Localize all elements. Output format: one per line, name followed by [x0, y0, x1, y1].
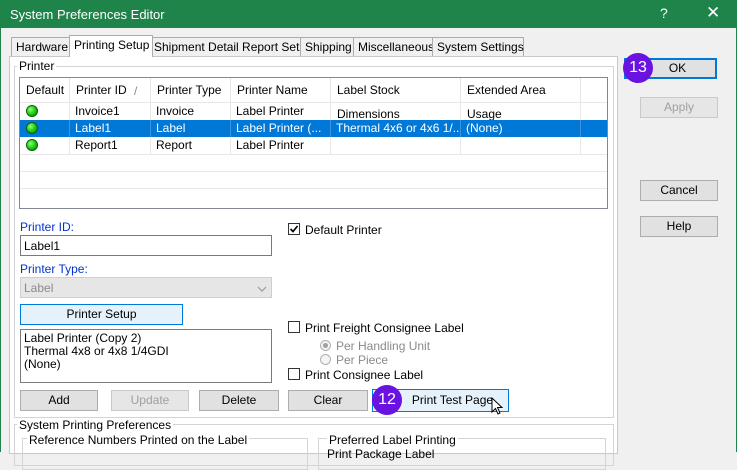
printer-type-select[interactable]: Label: [20, 277, 272, 298]
clear-button[interactable]: Clear: [288, 390, 368, 411]
row-printer-name: Label Printer: [231, 103, 331, 120]
row-printer-type: Report: [151, 137, 231, 154]
close-icon[interactable]: ✕: [706, 3, 720, 23]
row-ext-area: [461, 137, 581, 154]
tab-system-settings[interactable]: System Settings: [432, 37, 524, 56]
chevron-down-icon: [257, 286, 267, 292]
help-button[interactable]: Help: [640, 216, 718, 237]
grid-header-default[interactable]: Default: [20, 78, 70, 102]
consignee-label-text: Print Consignee Label: [305, 368, 424, 382]
consignee-label-checkbox[interactable]: [288, 368, 300, 380]
printer-grid[interactable]: Default Printer ID / Printer Type Printe…: [19, 77, 608, 209]
printer-info-box: Label Printer (Copy 2) Thermal 4x8 or 4x…: [20, 329, 272, 383]
per-handling-unit-radio[interactable]: [320, 340, 331, 351]
grid-line: [20, 171, 607, 172]
status-green-icon: [26, 139, 38, 151]
print-test-page-label: Print Test Page: [411, 393, 494, 407]
per-handling-unit-label: Per Handling Unit: [336, 339, 431, 353]
grid-header-label-stock-dimensions[interactable]: Label Stock Dimensions: [331, 78, 461, 121]
row-ext-area: [461, 103, 581, 120]
tab-miscellaneous[interactable]: Miscellaneous: [353, 37, 437, 56]
row-printer-id: Label1: [70, 120, 151, 137]
table-row-selected[interactable]: Label1 Label Label Printer (... Thermal …: [20, 120, 607, 137]
update-button[interactable]: Update: [111, 390, 189, 411]
row-printer-type: Invoice: [151, 103, 231, 120]
window-title: System Preferences Editor: [10, 7, 165, 22]
status-green-icon: [26, 122, 38, 134]
printer-info-line3: (None): [24, 357, 61, 371]
ok-label: OK: [668, 61, 687, 75]
table-row[interactable]: Report1 Report Label Printer: [20, 137, 607, 154]
printer-type-value: Label: [24, 281, 54, 295]
system-printing-label: System Printing Preferences: [17, 418, 174, 432]
checkmark-icon: [289, 225, 299, 233]
reference-numbers-label: Reference Numbers Printed on the Label: [27, 433, 250, 447]
per-piece-label: Per Piece: [336, 353, 389, 367]
grid-header-printer-id[interactable]: Printer ID: [70, 78, 151, 102]
cancel-button[interactable]: Cancel: [640, 180, 718, 201]
printer-id-input[interactable]: Label1: [20, 235, 272, 256]
step-badge-12: 12: [372, 385, 402, 415]
row-printer-name: Label Printer: [231, 137, 331, 154]
row-label-dims: [331, 103, 461, 120]
row-printer-type: Label: [151, 120, 231, 137]
grid-header-printer-name[interactable]: Printer Name: [231, 78, 331, 102]
printer-setup-label: Printer Setup: [66, 307, 137, 321]
default-printer-checkbox[interactable]: [288, 223, 300, 235]
help-icon[interactable]: ?: [660, 5, 668, 21]
title-bar: System Preferences Editor ? ✕: [0, 0, 737, 28]
row-label-dims: [331, 137, 461, 154]
status-green-icon: [26, 105, 38, 117]
freight-consignee-label: Print Freight Consignee Label: [305, 321, 464, 335]
sort-indicator-icon: /: [134, 84, 138, 98]
grid-header-printer-type[interactable]: Printer Type: [151, 78, 231, 102]
step-badge-13: 13: [623, 53, 653, 83]
tab-shipping[interactable]: Shipping: [300, 37, 357, 56]
grid-header-extended-area-usage[interactable]: Extended Area Usage: [461, 78, 581, 121]
freight-consignee-checkbox[interactable]: [288, 321, 300, 333]
row-printer-id: Invoice1: [70, 103, 151, 120]
row-ext-area: (None): [461, 120, 581, 137]
tab-shipment-detail-report-setup[interactable]: Shipment Detail Report Setup: [149, 37, 313, 56]
printer-id-label: Printer ID:: [20, 220, 75, 234]
delete-button[interactable]: Delete: [199, 390, 279, 411]
printer-group-label: Printer: [17, 59, 57, 73]
row-label-dims: Thermal 4x6 or 4x6 1/...: [331, 120, 461, 137]
apply-button[interactable]: Apply: [640, 97, 718, 118]
preferred-label-printing-label: Preferred Label Printing: [327, 433, 458, 447]
printer-type-label: Printer Type:: [20, 262, 88, 276]
mouse-cursor-icon: [491, 397, 504, 415]
add-button[interactable]: Add: [20, 390, 98, 411]
row-printer-id: Report1: [70, 137, 151, 154]
print-package-label-text: Print Package Label: [327, 447, 435, 461]
tab-printing-setup[interactable]: Printing Setup: [69, 35, 153, 57]
printer-setup-button[interactable]: Printer Setup: [20, 304, 183, 325]
row-printer-name: Label Printer (...: [231, 120, 331, 137]
table-row[interactable]: Invoice1 Invoice Label Printer: [20, 103, 607, 120]
tab-hardware[interactable]: Hardware: [11, 37, 71, 56]
grid-line: [20, 188, 607, 189]
radio-dot-icon: [323, 343, 328, 348]
per-piece-radio[interactable]: [320, 354, 331, 365]
default-printer-label: Default Printer: [305, 223, 382, 237]
grid-line: [20, 154, 607, 155]
